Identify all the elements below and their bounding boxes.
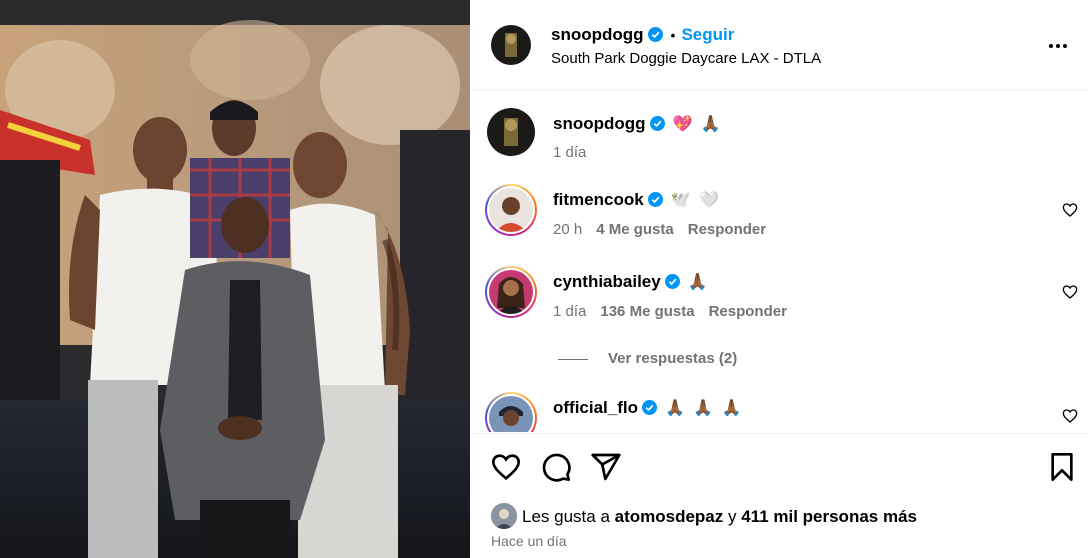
reply-button[interactable]: Responder [688, 221, 766, 238]
post-actions: Les gusta a atomosdepaz y 411 mil person… [470, 433, 1088, 558]
story-ring[interactable] [485, 266, 537, 318]
comment-likes[interactable]: 136 Me gusta [600, 303, 694, 320]
caption-avatar[interactable] [487, 108, 535, 156]
comment-line: fitmencook 🕊️ 🤍 [553, 190, 721, 210]
replies-divider [558, 358, 588, 360]
follow-button[interactable]: Seguir [681, 25, 734, 44]
reply-button[interactable]: Responder [709, 303, 787, 320]
comment-line: cynthiabailey 🙏🏾 [553, 272, 710, 292]
view-replies-label: Ver respuestas (2) [608, 350, 738, 367]
caption-meta: 1 día [553, 144, 586, 161]
comment-time[interactable]: 1 día [553, 303, 586, 320]
likes-prefix: Les gusta a [522, 507, 615, 526]
comments-list[interactable]: snoopdogg 💖 🙏🏾 1 día fitmencook 🕊️ 🤍 20 h 4… [470, 92, 1088, 432]
comment-avatar[interactable] [489, 270, 533, 314]
verified-badge-icon [647, 27, 663, 42]
story-ring[interactable] [485, 184, 537, 236]
comment-time[interactable]: 20 h [553, 221, 582, 238]
likes-count[interactable]: 411 mil personas más [741, 507, 917, 526]
bookmark-icon[interactable] [1046, 451, 1078, 483]
view-replies-button[interactable]: Ver respuestas (2) [558, 350, 737, 367]
heart-icon[interactable] [490, 451, 522, 483]
comment-text: 🙏🏾 [687, 274, 710, 291]
author-line: snoopdogg • Seguir [551, 25, 734, 45]
heart-icon[interactable] [1062, 284, 1078, 300]
post-detail-panel: snoopdogg • Seguir South Park Doggie Dayca… [470, 0, 1088, 558]
liker-avatar[interactable] [491, 503, 517, 529]
post-header: snoopdogg • Seguir South Park Doggie Dayca… [470, 0, 1088, 91]
comment-meta: 20 h 4 Me gusta Responder [553, 221, 766, 238]
comment-avatar[interactable] [489, 396, 533, 432]
more-horizontal-icon[interactable] [1046, 34, 1070, 58]
likes-middle: y [723, 507, 742, 526]
verified-badge-icon [647, 192, 663, 207]
heart-icon[interactable] [1062, 202, 1078, 218]
heart-icon[interactable] [1062, 408, 1078, 424]
comment-text: 🕊️ 🤍 [670, 192, 721, 209]
comment-likes[interactable]: 4 Me gusta [596, 221, 674, 238]
comment-avatar[interactable] [489, 188, 533, 232]
comment-username[interactable]: fitmencook [553, 190, 644, 209]
verified-badge-icon [642, 400, 658, 415]
post-photo[interactable] [0, 0, 470, 558]
verified-badge-icon [649, 116, 665, 131]
likes-summary: Les gusta a atomosdepaz y 411 mil person… [491, 503, 917, 529]
comment-text: 🙏🏾 🙏🏾 🙏🏾 [665, 400, 744, 417]
comment-icon[interactable] [540, 451, 572, 483]
comment-username[interactable]: cynthiabailey [553, 272, 661, 291]
separator-dot: • [670, 27, 676, 43]
author-avatar[interactable] [491, 25, 531, 65]
comment-meta: 1 día 136 Me gusta Responder [553, 303, 787, 320]
liker-username[interactable]: atomosdepaz [615, 507, 724, 526]
story-ring[interactable] [485, 392, 537, 432]
comment-line: official_flo 🙏🏾 🙏🏾 🙏🏾 [553, 398, 744, 418]
caption-text: 💖 🙏🏾 [672, 116, 723, 133]
post-time[interactable]: Hace un día [491, 533, 567, 549]
caption-line: snoopdogg 💖 🙏🏾 [553, 114, 723, 134]
author-username[interactable]: snoopdogg [551, 25, 644, 44]
verified-badge-icon [664, 274, 680, 289]
caption-username[interactable]: snoopdogg [553, 114, 646, 133]
comment-username[interactable]: official_flo [553, 398, 638, 417]
caption-time[interactable]: 1 día [553, 144, 586, 161]
post-location[interactable]: South Park Doggie Daycare LAX - DTLA [551, 50, 821, 67]
share-icon[interactable] [590, 451, 622, 483]
